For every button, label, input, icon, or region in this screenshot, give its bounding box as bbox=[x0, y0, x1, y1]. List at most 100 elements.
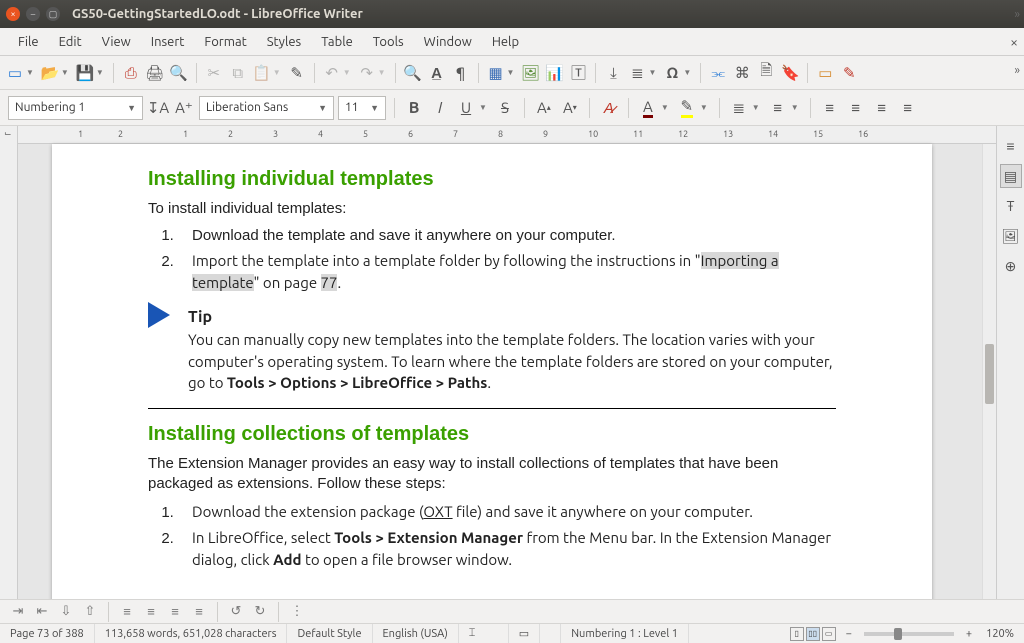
table-insert-button[interactable]: ▦ bbox=[485, 62, 507, 84]
vertical-scrollbar[interactable] bbox=[982, 144, 996, 599]
find-button[interactable]: 🔍 bbox=[402, 62, 424, 84]
restart-numbering-button[interactable]: ↺ bbox=[226, 603, 246, 621]
new-button[interactable]: ▭ bbox=[4, 62, 26, 84]
window-maximize-button[interactable]: ▢ bbox=[46, 7, 60, 21]
menu-insert[interactable]: Insert bbox=[141, 31, 195, 53]
sidebar-gallery-icon[interactable]: 🖼 bbox=[1000, 224, 1022, 248]
no-list-button[interactable]: ≡ bbox=[117, 603, 137, 621]
textbox-insert-button[interactable]: 🅃 bbox=[567, 62, 589, 84]
menu-view[interactable]: View bbox=[92, 31, 141, 53]
paste-button[interactable]: 📋 bbox=[251, 62, 273, 84]
spellcheck-button[interactable]: A̲ bbox=[426, 62, 448, 84]
status-wordcount[interactable]: 113,658 words, 651,028 characters bbox=[95, 624, 288, 643]
book-view-icon[interactable]: ▭ bbox=[822, 627, 836, 641]
paragraph-style-combo[interactable]: Numbering 1▼ bbox=[8, 96, 143, 120]
promote-button[interactable]: ⇤ bbox=[32, 603, 52, 621]
document-page[interactable]: Installing individual templates To insta… bbox=[52, 144, 932, 599]
list-level2-button[interactable]: ≡ bbox=[165, 603, 185, 621]
cross-ref-button[interactable]: 🔖 bbox=[779, 62, 801, 84]
single-page-icon[interactable]: ▯ bbox=[790, 627, 804, 641]
strikethrough-button[interactable]: S bbox=[494, 97, 516, 119]
status-insert-mode[interactable]: ⌶ bbox=[459, 624, 509, 643]
document-close-button[interactable]: × bbox=[1010, 34, 1018, 50]
hyperlink-button[interactable]: ⫘ bbox=[707, 62, 729, 84]
align-right-button[interactable]: ≡ bbox=[871, 97, 893, 119]
font-size-combo[interactable]: 11▼ bbox=[338, 96, 386, 120]
clear-formatting-button[interactable]: A̷ bbox=[598, 97, 620, 119]
image-insert-button[interactable]: 🖼 bbox=[519, 62, 541, 84]
zoom-slider-handle[interactable] bbox=[894, 628, 902, 640]
font-color-button[interactable]: A bbox=[637, 97, 659, 119]
save-button[interactable]: 💾 bbox=[74, 62, 96, 84]
align-left-button[interactable]: ≡ bbox=[819, 97, 841, 119]
font-name-combo[interactable]: Liberation Sans▼ bbox=[199, 96, 334, 120]
redo-button[interactable]: ↷ bbox=[356, 62, 378, 84]
highlight-button[interactable]: ✎ bbox=[676, 97, 698, 119]
new-style-button[interactable]: A⁺ bbox=[173, 97, 195, 119]
clone-formatting-button[interactable]: ✎ bbox=[286, 62, 308, 84]
comment-button[interactable]: ▭ bbox=[814, 62, 836, 84]
export-pdf-button[interactable]: ⎙ bbox=[120, 62, 142, 84]
horizontal-ruler[interactable]: 1 2 1 2 3 4 5 6 7 8 9 10 11 12 13 14 15 … bbox=[18, 126, 996, 144]
window-close-button[interactable]: × bbox=[6, 7, 20, 21]
numbering-button[interactable]: ≡ bbox=[767, 97, 789, 119]
menu-help[interactable]: Help bbox=[482, 31, 529, 53]
bookmark-button[interactable]: 🗎 bbox=[755, 62, 777, 84]
status-signature[interactable] bbox=[540, 624, 561, 643]
menu-edit[interactable]: Edit bbox=[49, 31, 92, 53]
toolbar-overflow-icon[interactable]: » bbox=[1014, 64, 1020, 77]
page-break-button[interactable]: ⤓ bbox=[602, 62, 624, 84]
status-selection-mode[interactable]: ▭ bbox=[509, 624, 540, 643]
sidebar-styles-icon[interactable]: Ŧ bbox=[1000, 194, 1022, 218]
list-level3-button[interactable]: ≡ bbox=[189, 603, 209, 621]
zoom-in-button[interactable]: + bbox=[962, 628, 976, 640]
status-page-style[interactable]: Default Style bbox=[287, 624, 372, 643]
bold-button[interactable]: B bbox=[403, 97, 425, 119]
menu-format[interactable]: Format bbox=[194, 31, 256, 53]
italic-button[interactable]: I bbox=[429, 97, 451, 119]
status-language[interactable]: English (USA) bbox=[373, 624, 459, 643]
status-page[interactable]: Page 73 of 388 bbox=[0, 624, 95, 643]
chart-insert-button[interactable]: 📊 bbox=[543, 62, 565, 84]
bullets-button[interactable]: ≣ bbox=[728, 97, 750, 119]
status-outline[interactable]: Numbering 1 : Level 1 bbox=[561, 624, 689, 643]
sidebar-navigator-icon[interactable]: ⊕ bbox=[1000, 254, 1022, 278]
sidebar-properties-icon[interactable]: ▤ bbox=[1000, 164, 1022, 188]
subscript-button[interactable]: A▾ bbox=[559, 97, 581, 119]
undo-button[interactable]: ↶ bbox=[321, 62, 343, 84]
continue-numbering-button[interactable]: ↻ bbox=[250, 603, 270, 621]
footnote-button[interactable]: ⌘ bbox=[731, 62, 753, 84]
special-char-button[interactable]: Ω bbox=[661, 62, 683, 84]
multi-page-icon[interactable]: ▯▯ bbox=[806, 627, 820, 641]
formatting-marks-button[interactable]: ¶ bbox=[450, 62, 472, 84]
menu-file[interactable]: File bbox=[8, 31, 49, 53]
align-justify-button[interactable]: ≡ bbox=[897, 97, 919, 119]
menu-table[interactable]: Table bbox=[311, 31, 363, 53]
print-preview-button[interactable]: 🔍 bbox=[168, 62, 190, 84]
field-insert-button[interactable]: ≣ bbox=[626, 62, 648, 84]
zoom-slider[interactable] bbox=[864, 632, 954, 636]
cut-button[interactable]: ✂ bbox=[203, 62, 225, 84]
formatting-overflow-icon[interactable]: » bbox=[1014, 8, 1020, 21]
menu-tools[interactable]: Tools bbox=[363, 31, 414, 53]
zoom-out-button[interactable]: − bbox=[842, 628, 856, 640]
menu-window[interactable]: Window bbox=[414, 31, 482, 53]
move-down-button[interactable]: ⇩ bbox=[56, 603, 76, 621]
menu-styles[interactable]: Styles bbox=[257, 31, 311, 53]
superscript-button[interactable]: A▴ bbox=[533, 97, 555, 119]
update-style-button[interactable]: ↧A bbox=[147, 97, 169, 119]
underline-button[interactable]: U bbox=[455, 97, 477, 119]
list-level-button[interactable]: ≡ bbox=[141, 603, 161, 621]
view-layout-buttons[interactable]: ▯ ▯▯ ▭ bbox=[784, 627, 842, 641]
track-changes-button[interactable]: ✎ bbox=[838, 62, 860, 84]
window-minimize-button[interactable]: – bbox=[26, 7, 40, 21]
print-button[interactable]: 🖨 bbox=[144, 62, 166, 84]
move-up-button[interactable]: ⇧ bbox=[80, 603, 100, 621]
zoom-percent[interactable]: 120% bbox=[976, 624, 1024, 643]
align-center-button[interactable]: ≡ bbox=[845, 97, 867, 119]
bullets-dialog-button[interactable]: ⋮ bbox=[287, 603, 307, 621]
copy-button[interactable]: ⧉ bbox=[227, 62, 249, 84]
demote-button[interactable]: ⇥ bbox=[8, 603, 28, 621]
open-button[interactable]: 📂 bbox=[39, 62, 61, 84]
scrollbar-thumb[interactable] bbox=[985, 344, 994, 404]
